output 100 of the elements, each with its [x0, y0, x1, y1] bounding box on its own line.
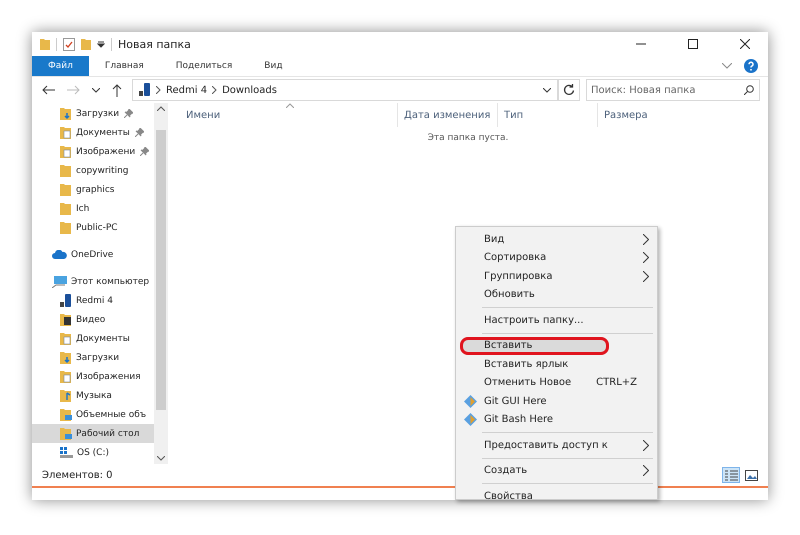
folder-icon	[60, 164, 72, 177]
sidebar-item[interactable]: Музыка	[32, 386, 154, 405]
scrollbar-thumb[interactable]	[156, 130, 166, 410]
sidebar-label: Public-PC	[76, 222, 118, 232]
phone-icon	[139, 83, 151, 97]
sidebar-item[interactable]: Ich	[32, 199, 154, 218]
sidebar-label: Документы	[76, 128, 130, 138]
refresh-button[interactable]	[558, 79, 580, 101]
folder-icon	[60, 370, 72, 383]
menu-item[interactable]: Предоставить доступ к	[456, 436, 657, 454]
sidebar-item[interactable]: Видео	[32, 310, 154, 329]
scrollbar[interactable]	[154, 103, 168, 464]
sidebar-label: Изображения	[76, 372, 141, 382]
folder-icon	[60, 202, 72, 215]
folder-icon	[60, 351, 72, 364]
refresh-icon[interactable]	[563, 84, 575, 96]
sidebar-label: Музыка	[76, 390, 112, 400]
ribbon-tab[interactable]: Файл	[32, 56, 89, 76]
sidebar-item[interactable]: Public-PC	[32, 218, 154, 237]
sidebar-label: OneDrive	[71, 250, 114, 260]
sidebar-label: Загрузки	[76, 108, 120, 118]
up-arrow-icon[interactable]	[112, 84, 122, 96]
column-header[interactable]: Дата изменения	[398, 103, 498, 127]
sidebar-item[interactable]: graphics	[32, 180, 154, 199]
diamond-icon	[464, 394, 477, 408]
sidebar-label: Загрузки	[76, 352, 120, 362]
chevron-down-icon[interactable]	[92, 88, 100, 92]
pin-icon[interactable]	[124, 109, 134, 118]
back-arrow-icon[interactable]	[42, 85, 55, 95]
folder-icon	[60, 221, 72, 234]
breadcrumb[interactable]: Redmi 4	[166, 84, 208, 96]
folder-icon	[60, 145, 72, 158]
sidebar-item[interactable]: Redmi 4	[32, 291, 154, 310]
details-view-button[interactable]	[722, 467, 740, 483]
sort-caret-icon	[286, 103, 294, 108]
column-header[interactable]: Размера	[598, 103, 668, 127]
sidebar-item[interactable]: Загрузки	[32, 104, 154, 123]
sidebar-item[interactable]: copywriting	[32, 161, 154, 180]
menu-item[interactable]: Git GUI Here	[456, 392, 657, 410]
menu-item[interactable]: Свойства	[456, 487, 657, 506]
menu-item[interactable]: Сортировка	[456, 248, 657, 267]
thumbnails-view-button[interactable]	[742, 467, 760, 483]
dropdown-icon[interactable]	[97, 40, 105, 48]
menu-item[interactable]: Отменить Новое CTRL+Z	[456, 374, 657, 392]
sidebar-item[interactable]: OneDrive	[32, 245, 154, 264]
sidebar-label: Видео	[76, 314, 106, 324]
sidebar-item[interactable]: Этот компьютер	[32, 272, 154, 291]
menu-item[interactable]: Вид	[456, 230, 657, 248]
folder-icon	[60, 183, 72, 196]
window-title: Новая папка	[118, 38, 191, 50]
maximize-icon[interactable]	[688, 39, 698, 49]
sidebar-item[interactable]: Загрузки	[32, 348, 154, 367]
chevron-up-icon[interactable]	[157, 106, 165, 111]
sidebar-label: OS (C:)	[77, 448, 109, 458]
pin-icon[interactable]	[140, 147, 150, 156]
menu-item[interactable]: Обновить	[456, 286, 657, 304]
search-field[interactable]: Поиск: Новая папка	[586, 79, 760, 101]
sidebar-item[interactable]: Документы	[32, 123, 154, 142]
menu-item[interactable]: Создать	[456, 462, 657, 480]
sidebar-item[interactable]: Документы	[32, 329, 154, 348]
breadcrumb-chevron-icon	[212, 86, 218, 94]
pin-icon[interactable]	[134, 128, 144, 137]
help-icon[interactable]	[744, 59, 758, 73]
sidebar-label: Изображени	[76, 146, 136, 156]
chevron-down-icon[interactable]	[157, 456, 165, 461]
close-icon[interactable]	[740, 39, 750, 49]
ribbon-tab[interactable]: Главная	[88, 56, 160, 76]
menu-item[interactable]: Вставить	[460, 336, 609, 355]
column-header[interactable]: Тип	[498, 103, 598, 127]
sidebar-label: copywriting	[76, 166, 129, 176]
sidebar-label: Этот компьютер	[71, 276, 150, 286]
sidebar-label: Рабочий стол	[76, 428, 140, 438]
sidebar-item[interactable]: Изображени	[32, 142, 154, 161]
sidebar-label: Объемные объ	[76, 410, 146, 420]
phone-icon	[60, 294, 72, 308]
menu-item[interactable]: Git Bash Here	[456, 410, 657, 429]
breadcrumb-chevron-icon	[156, 86, 161, 94]
sidebar-item[interactable]: Рабочий стол	[32, 424, 154, 443]
address-bar[interactable]: Redmi 4 Downloads	[132, 79, 558, 101]
folder-icon	[60, 126, 72, 139]
folder-icon	[60, 389, 72, 402]
menu-item[interactable]: Настроить папку...	[456, 311, 657, 330]
menu-item[interactable]: Группировка	[456, 267, 657, 286]
empty-folder-message: Эта папка пуста.	[426, 133, 510, 143]
breadcrumb[interactable]: Downloads	[222, 84, 277, 96]
sidebar-item[interactable]: OS (C:)	[32, 443, 154, 462]
sidebar-item[interactable]: Объемные объ	[32, 405, 154, 424]
ribbon-tab[interactable]: Поделиться	[160, 56, 248, 76]
folder-icon	[60, 408, 72, 421]
column-header[interactable]: Имени	[168, 103, 398, 127]
checkbox-icon[interactable]	[63, 38, 75, 50]
folder-icon	[60, 313, 72, 326]
cloud-icon	[52, 250, 67, 259]
menu-item[interactable]: Вставить ярлык	[456, 355, 657, 374]
sidebar-label: Redmi 4	[76, 296, 113, 306]
chevron-down-icon[interactable]	[543, 88, 551, 92]
sidebar-label: Ich	[76, 204, 90, 214]
status-text: Элементов: 0	[42, 470, 113, 480]
sidebar-item[interactable]: Изображения	[32, 367, 154, 386]
ribbon-tab[interactable]: Вид	[248, 56, 299, 76]
